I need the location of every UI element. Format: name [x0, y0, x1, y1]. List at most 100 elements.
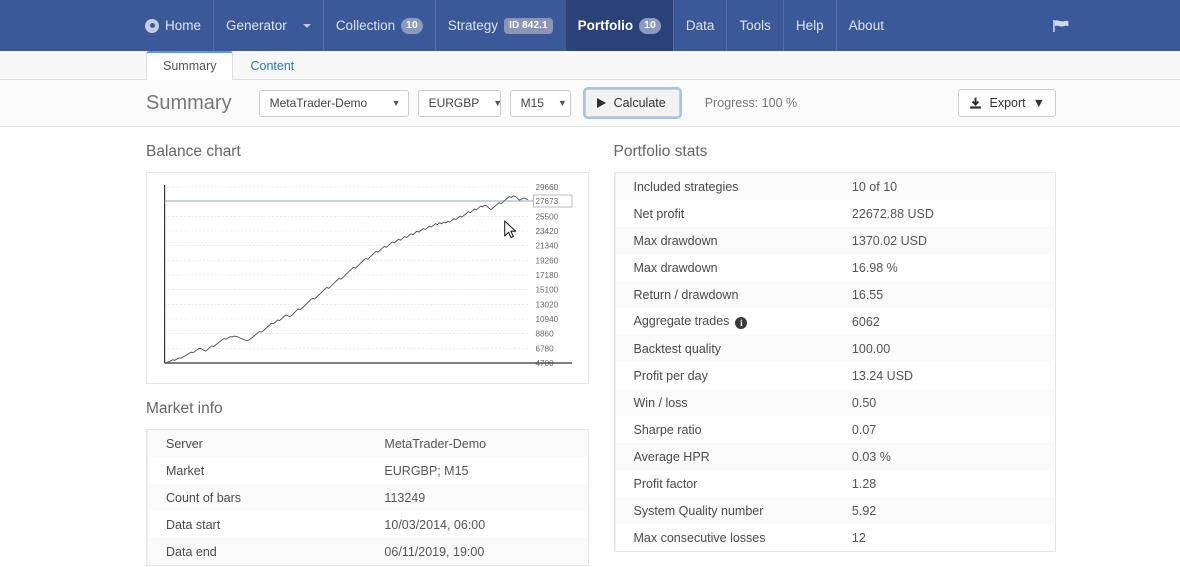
calculate-button-label: Calculate — [613, 96, 666, 110]
chevron-down-icon — [302, 23, 311, 28]
row-key: System Quality number — [614, 497, 848, 524]
market-info-title: Market info — [146, 400, 223, 417]
row-key-label: Max consecutive losses — [633, 530, 766, 545]
row-key-label: Sharpe ratio — [633, 422, 702, 437]
navbar-menu-list: Generator Collection 10 Strategy ID 842.1 Por… — [213, 0, 896, 51]
row-value: 06/11/2019, 19:00 — [384, 544, 485, 559]
table-row: Net profit 22672.88 USD — [614, 200, 1055, 227]
svg-text:21340: 21340 — [535, 241, 558, 251]
table-row: Market EURGBP; M15 — [147, 457, 587, 484]
table-row: Max drawdown 16.98 % — [614, 254, 1055, 281]
nav-item-home[interactable]: Home — [133, 0, 213, 51]
nav-item-label: Help — [795, 18, 824, 33]
row-value: 0.03 % — [851, 449, 891, 464]
server-select-value: MetaTrader-Demo — [269, 96, 368, 110]
nav-item-label: Data — [685, 18, 715, 33]
navbar-left-spacer — [0, 0, 133, 51]
svg-text:29660: 29660 — [535, 182, 558, 192]
row-key-label: Count of bars — [166, 490, 242, 505]
svg-text:13020: 13020 — [535, 299, 558, 309]
market-info-panel: Server MetaTrader-Demo Market EURGBP; M15 Co… — [146, 429, 589, 566]
row-key: Win / loss — [614, 389, 848, 416]
row-key-label: Included strategies — [633, 179, 739, 194]
chevron-down-icon: ▼ — [493, 97, 503, 108]
row-key: Count of bars — [147, 484, 381, 511]
row-key: Max drawdown — [614, 254, 848, 281]
row-key-label: Data start — [166, 517, 221, 532]
row-value: 5.92 — [851, 503, 877, 518]
chevron-down-icon: ▼ — [391, 97, 401, 108]
svg-text:23420: 23420 — [535, 226, 558, 236]
server-select[interactable]: MetaTrader-Demo ▼ — [258, 89, 409, 117]
row-key-label: Max drawdown — [633, 260, 718, 275]
balance-chart-svg: 29660 27673 25500 23420 21340 19260 17180 15100… — [164, 182, 573, 368]
row-key: Data start — [147, 511, 381, 538]
svg-text:17180: 17180 — [535, 270, 558, 280]
timeframe-select-value: M15 — [520, 96, 544, 110]
export-button-label: Export — [989, 96, 1026, 110]
table-row: System Quality number 5.92 — [614, 497, 1055, 524]
nav-item-help[interactable]: Help — [782, 0, 836, 51]
row-key-label: Profit per day — [633, 368, 708, 383]
tab-summary[interactable]: Summary — [146, 50, 234, 80]
calculate-button[interactable]: Calculate — [584, 89, 680, 117]
row-key: Backtest quality — [614, 335, 848, 362]
row-key: Data end — [147, 538, 381, 565]
nav-item-label: Portfolio — [577, 18, 634, 33]
symbol-select[interactable]: EURGBP ▼ — [417, 89, 503, 117]
nav-item-label: Strategy — [447, 18, 499, 33]
info-icon[interactable]: i — [735, 317, 748, 330]
page-title: Summary — [146, 91, 232, 114]
row-key: Sharpe ratio — [614, 416, 848, 443]
row-value: 0.07 — [851, 422, 877, 437]
nav-item-generator[interactable]: Generator — [213, 0, 323, 51]
home-icon — [145, 18, 159, 33]
main-content: Balance chart 29660 27673 25500 23420 21340 1… — [0, 127, 1180, 567]
table-row: Included strategies 10 of 10 — [614, 173, 1055, 200]
row-key: Return / drawdown — [614, 281, 848, 308]
table-row: Return / drawdown 16.55 — [614, 281, 1055, 308]
nav-item-data[interactable]: Data — [672, 0, 727, 51]
row-value: 100.00 — [851, 341, 891, 356]
row-value: 6062 — [851, 314, 880, 329]
table-row: Average HPR 0.03 % — [614, 443, 1055, 470]
row-value: 0.50 — [851, 395, 877, 410]
row-key: Max consecutive losses — [614, 524, 848, 551]
nav-item-strategy[interactable]: Strategy ID 842.1 — [434, 0, 565, 51]
row-key-label: Aggregate trades — [633, 313, 730, 328]
nav-item-about[interactable]: About — [835, 0, 896, 51]
balance-chart[interactable]: 29660 27673 25500 23420 21340 19260 17180 15100… — [155, 179, 584, 377]
row-key-label: Win / loss — [633, 395, 688, 410]
play-icon — [596, 98, 606, 108]
portfolio-stats-table: Included strategies 10 of 10 Net profit 226… — [614, 173, 1056, 551]
nav-item-portfolio[interactable]: Portfolio 10 — [564, 0, 673, 51]
row-key-label: Average HPR — [633, 449, 710, 464]
row-key-label: Max drawdown — [633, 233, 718, 248]
row-key: Profit factor — [614, 470, 848, 497]
row-value: 12 — [851, 530, 866, 545]
portfolio-stats-title: Portfolio stats — [613, 143, 708, 160]
row-key-label: Backtest quality — [633, 341, 722, 356]
svg-text:8860: 8860 — [535, 329, 554, 339]
download-icon — [969, 97, 982, 110]
table-row: Backtest quality 100.00 — [614, 335, 1055, 362]
flag-icon[interactable] — [1052, 18, 1070, 34]
nav-item-label: Collection — [335, 18, 396, 33]
market-info-table: Server MetaTrader-Demo Market EURGBP; M15 Co… — [147, 430, 588, 565]
nav-item-label: About — [848, 18, 884, 33]
row-value: 22672.88 USD — [851, 206, 934, 221]
nav-item-collection[interactable]: Collection 10 — [322, 0, 435, 51]
svg-text:10940: 10940 — [535, 314, 558, 324]
svg-text:19260: 19260 — [535, 255, 558, 265]
navbar-right — [1052, 0, 1180, 51]
top-navbar: Home Generator Collection 10 Strategy ID 842… — [0, 0, 1180, 51]
timeframe-select[interactable]: M15 ▼ — [509, 89, 571, 117]
svg-text:6780: 6780 — [535, 343, 554, 353]
table-row: Count of bars 113249 — [147, 484, 587, 511]
svg-text:27673: 27673 — [535, 196, 558, 206]
nav-item-tools[interactable]: Tools — [726, 0, 783, 51]
svg-text:25500: 25500 — [535, 211, 558, 221]
tab-content[interactable]: Content — [233, 52, 311, 80]
export-button[interactable]: Export ▼ — [958, 89, 1056, 117]
row-key: Average HPR — [614, 443, 848, 470]
